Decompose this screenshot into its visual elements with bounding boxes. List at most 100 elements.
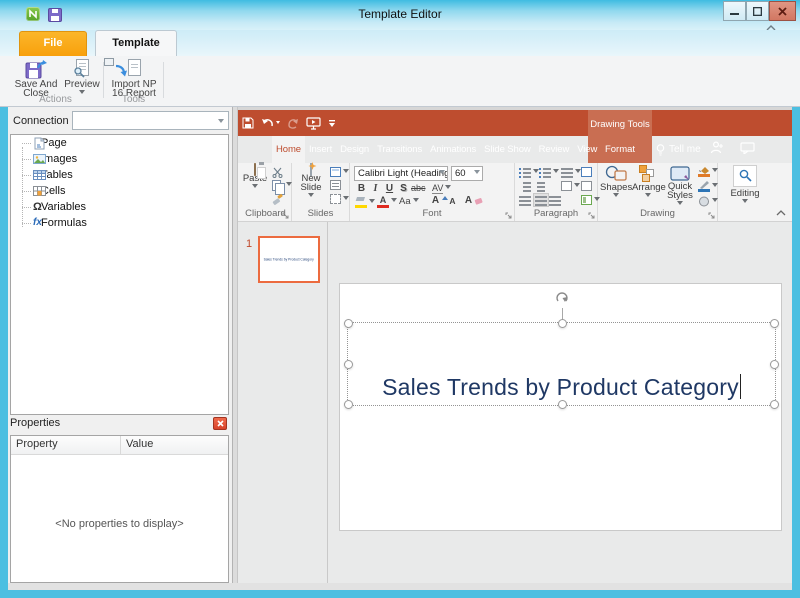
justify-button[interactable]	[561, 181, 580, 191]
tree-item-formulas[interactable]: fx Formulas	[11, 215, 228, 231]
ppt-tab-animations[interactable]: Animations	[426, 136, 480, 163]
cut-button[interactable]	[272, 167, 283, 178]
ppt-tab-home[interactable]: Home	[272, 136, 305, 163]
scissors-icon	[272, 167, 283, 178]
save-and-close-button[interactable]: Save And Close	[12, 59, 60, 98]
change-case-button[interactable]: Aa	[399, 196, 419, 207]
columns-button[interactable]	[581, 167, 592, 177]
preview-button[interactable]: Preview	[62, 59, 102, 98]
person-icon[interactable]	[710, 140, 724, 154]
italic-button[interactable]: I	[369, 183, 382, 194]
resize-handle-w[interactable]	[344, 360, 353, 369]
layout-button[interactable]	[330, 167, 349, 177]
close-properties-button[interactable]	[213, 417, 227, 430]
slide-title-text[interactable]: Sales Trends by Product Category	[348, 374, 775, 401]
resize-handle-se[interactable]	[770, 400, 779, 409]
paste-button[interactable]: Paste	[242, 165, 268, 192]
tab-file[interactable]: File	[19, 31, 87, 56]
arrange-dropdown-icon	[645, 193, 651, 200]
rotate-handle-icon[interactable]	[555, 292, 569, 305]
reset-button[interactable]	[330, 180, 341, 190]
strikethrough-button[interactable]: abc	[411, 183, 426, 193]
resize-handle-nw[interactable]	[344, 319, 353, 328]
tab-template[interactable]: Template	[95, 30, 177, 56]
align-right-button[interactable]	[549, 195, 561, 205]
undo-button[interactable]	[261, 118, 280, 129]
customize-qat-icon[interactable]	[328, 119, 336, 128]
format-painter-button[interactable]	[272, 194, 284, 206]
thumbnail-title-text: Sales Trends by Product Category	[264, 258, 314, 261]
decrease-indent-icon	[519, 181, 531, 191]
character-spacing-button[interactable]: AV	[432, 183, 451, 194]
decrease-indent-button[interactable]	[519, 181, 531, 191]
window-title: Template Editor	[0, 7, 800, 21]
slide-number: 1	[246, 238, 252, 250]
resize-handle-n[interactable]	[558, 319, 567, 328]
increase-indent-button[interactable]	[533, 181, 545, 191]
editing-button[interactable]: Editing	[726, 165, 764, 207]
resize-handle-e[interactable]	[770, 360, 779, 369]
font-color-button[interactable]: A	[377, 195, 397, 208]
ppt-tab-insert[interactable]: Insert	[305, 136, 336, 163]
slide-thumbnail[interactable]: Sales Trends by Product Category	[258, 236, 320, 283]
align-text-button[interactable]	[581, 181, 592, 191]
new-slide-button[interactable]: New Slide	[296, 165, 326, 201]
align-center-button[interactable]	[533, 193, 549, 207]
app-ribbon: Save And Close Preview	[0, 56, 800, 107]
resize-handle-ne[interactable]	[770, 319, 779, 328]
start-from-beginning-icon[interactable]	[306, 117, 321, 130]
powerpoint-editor: Drawing Tools Home Insert Design Transit…	[238, 107, 792, 583]
resize-handle-sw[interactable]	[344, 400, 353, 409]
title-textbox[interactable]: Sales Trends by Product Category	[347, 322, 776, 406]
value-column-header[interactable]: Value	[121, 436, 228, 454]
tree-item-tables[interactable]: Tables	[11, 167, 228, 183]
font-dialog-launcher-icon[interactable]	[505, 212, 512, 219]
maximize-button[interactable]	[746, 1, 769, 21]
clipboard-dialog-launcher-icon[interactable]	[282, 212, 289, 219]
ppt-tab-review[interactable]: Review	[535, 136, 574, 163]
comments-icon[interactable]	[740, 142, 755, 154]
property-column-header[interactable]: Property	[11, 436, 121, 454]
collapse-ppt-ribbon-icon[interactable]	[776, 210, 786, 216]
ppt-tab-slideshow[interactable]: Slide Show	[480, 136, 535, 163]
text-shadow-button[interactable]: S	[397, 183, 410, 194]
paragraph-dialog-launcher-icon[interactable]	[588, 212, 595, 219]
highlight-color-button[interactable]	[355, 197, 375, 208]
tree-item-cells[interactable]: Cells	[11, 183, 228, 199]
shape-fill-button[interactable]	[698, 166, 718, 177]
align-left-button[interactable]	[519, 195, 531, 205]
tell-me-box[interactable]: Tell me	[656, 136, 701, 163]
ppt-tab-design[interactable]: Design	[336, 136, 373, 163]
bold-button[interactable]: B	[355, 183, 368, 194]
numbering-button[interactable]	[539, 167, 559, 177]
tree-item-variables[interactable]: Ω Variables	[11, 199, 228, 215]
close-button[interactable]	[769, 1, 796, 21]
font-size-select[interactable]: 60	[451, 166, 483, 181]
bullets-button[interactable]	[519, 167, 539, 177]
tree-item-page[interactable]: Page	[11, 135, 228, 151]
minimize-button[interactable]	[723, 1, 746, 21]
clear-formatting-button[interactable]: A	[462, 195, 483, 206]
underline-button[interactable]: U	[383, 183, 396, 194]
shape-outline-button[interactable]	[698, 181, 718, 192]
quick-styles-button[interactable]: Quick Styles	[664, 165, 696, 209]
drawing-dialog-launcher-icon[interactable]	[708, 212, 715, 219]
resize-handle-s[interactable]	[558, 400, 567, 409]
import-np16-button[interactable]: Import NP 16 Report	[107, 59, 161, 98]
shape-effects-button[interactable]	[698, 196, 718, 207]
slide-canvas[interactable]: Sales Trends by Product Category	[339, 283, 782, 531]
ppt-tab-format[interactable]: Format	[588, 136, 652, 163]
copy-button[interactable]	[272, 180, 292, 191]
connection-select[interactable]	[72, 111, 229, 130]
redo-icon[interactable]	[287, 118, 299, 129]
ppt-tab-transitions[interactable]: Transitions	[373, 136, 426, 163]
shapes-button[interactable]: Shapes	[600, 165, 632, 201]
section-button[interactable]	[330, 194, 349, 204]
tree-item-images[interactable]: Images	[11, 151, 228, 167]
arrange-button[interactable]: Arrange	[632, 165, 664, 201]
font-name-select[interactable]: Calibri Light (Headings	[354, 166, 448, 181]
save-icon[interactable]	[242, 117, 254, 129]
line-spacing-button[interactable]	[561, 167, 581, 177]
find-icon	[733, 165, 757, 187]
shrink-font-button[interactable]: A	[446, 196, 459, 206]
